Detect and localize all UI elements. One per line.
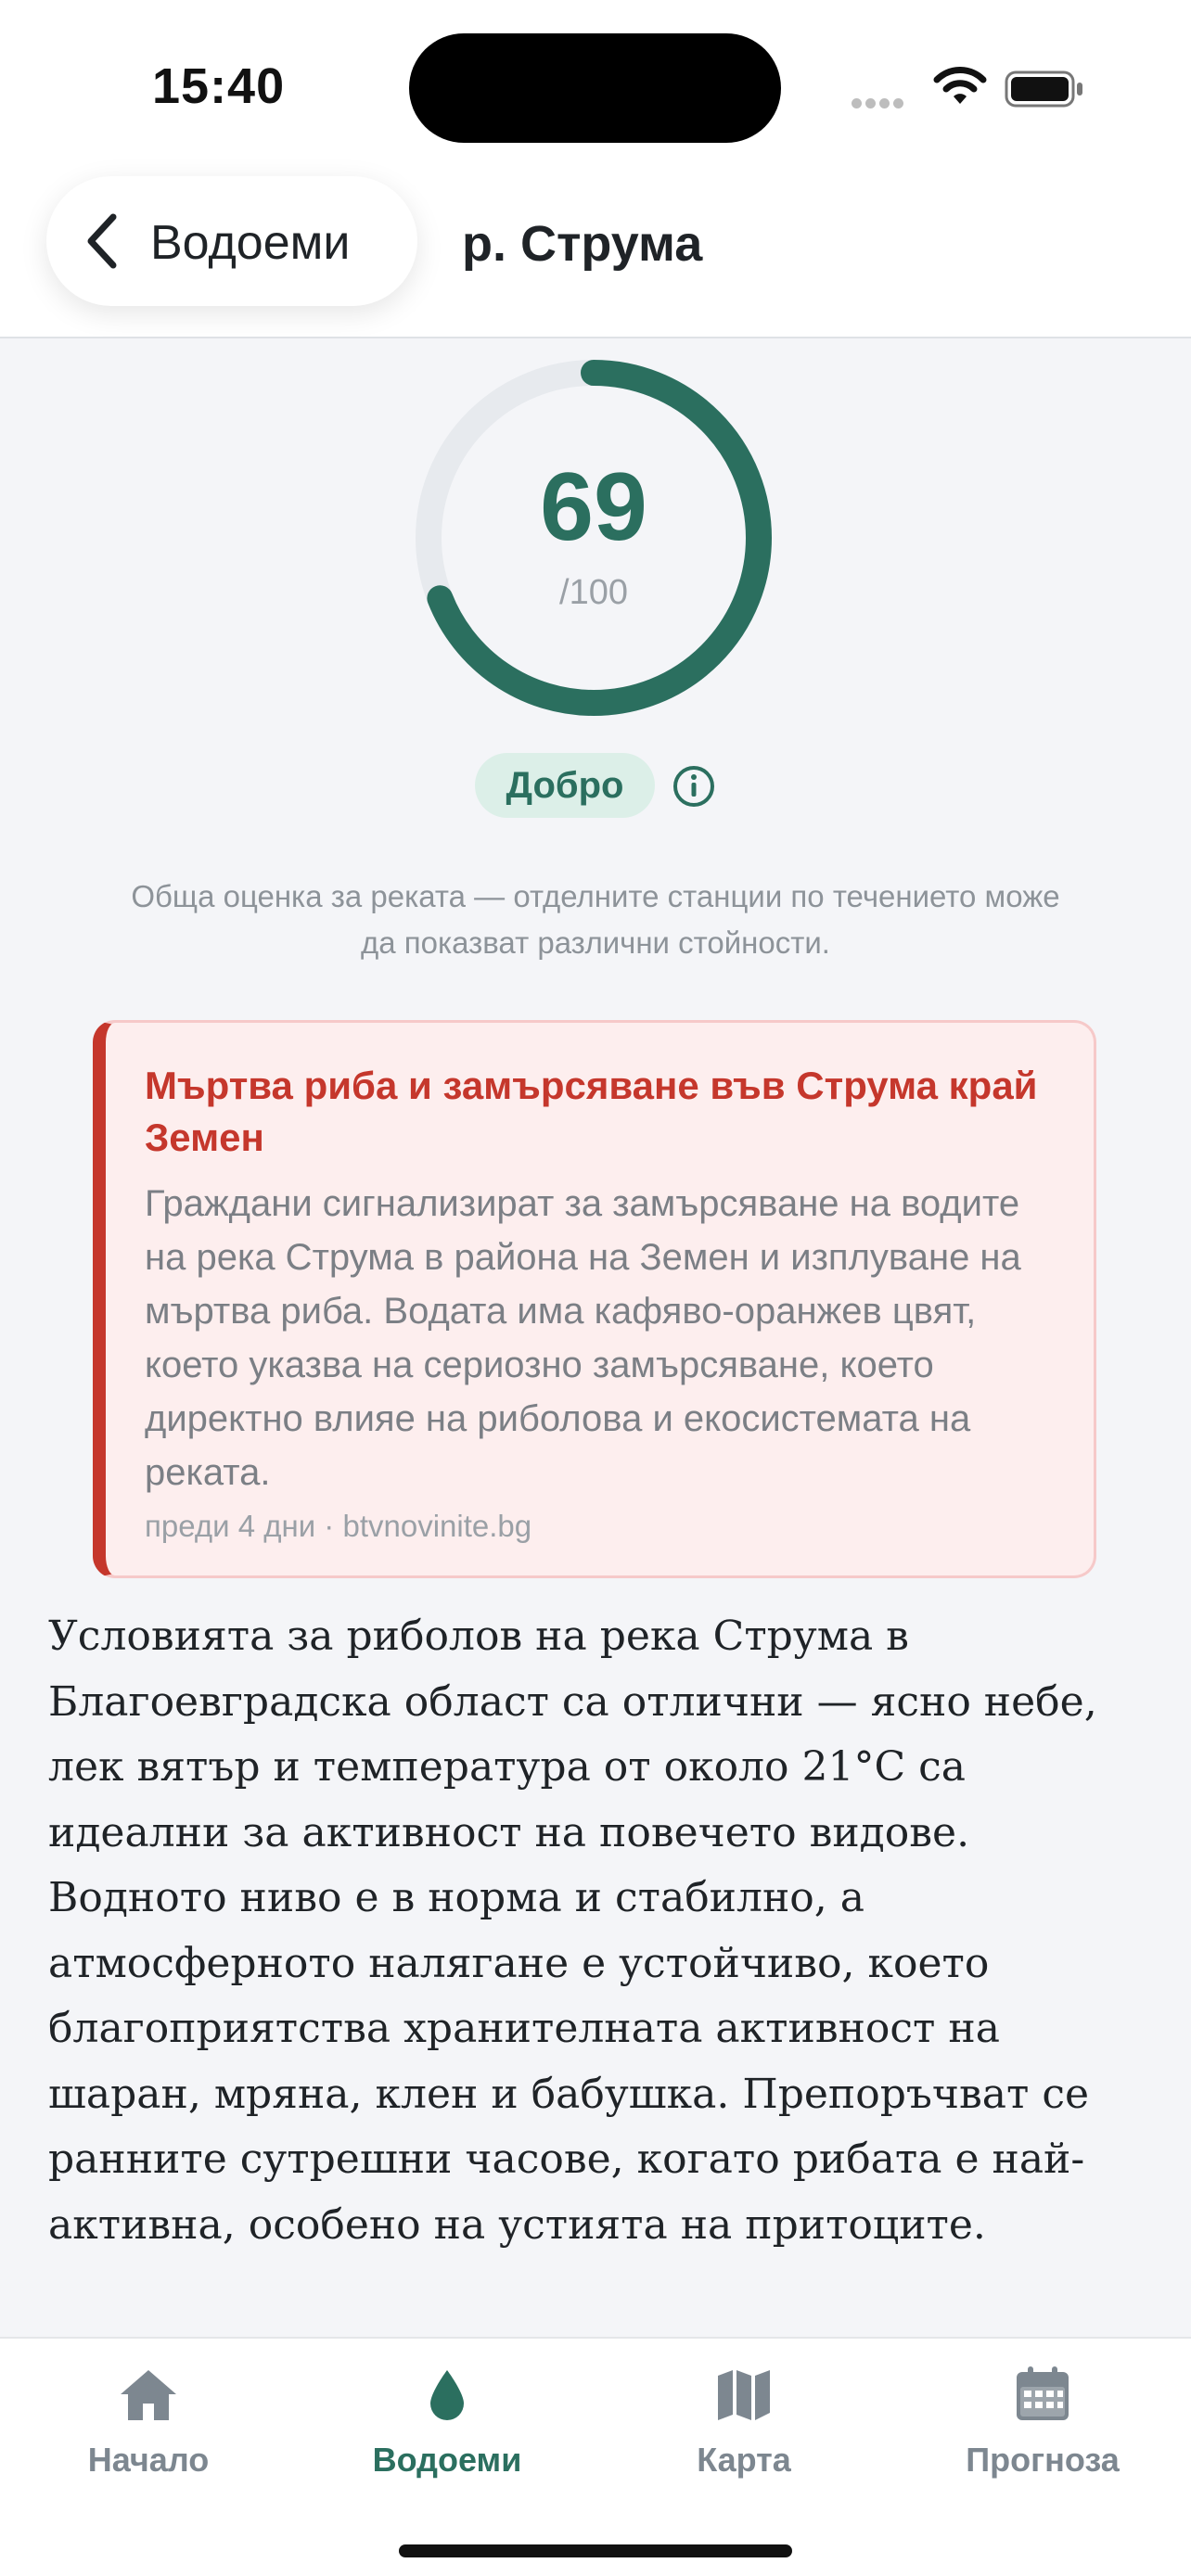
tab-map[interactable]: Карта — [633, 2339, 855, 2515]
tab-label: Водоеми — [372, 2441, 522, 2479]
score-note: Обща оценка за реката — отделните станци… — [131, 879, 1060, 960]
tab-waterbodies[interactable]: Водоеми — [336, 2339, 558, 2515]
score-gauge: 69 /100 — [408, 352, 779, 723]
water-drop-icon — [430, 2370, 464, 2420]
tab-bar: Начало Водоеми Карта Прогноза — [0, 2337, 1191, 2576]
info-icon[interactable] — [672, 764, 716, 809]
page-title: р. Струма — [462, 216, 703, 272]
nav-header: Водоеми р. Струма — [0, 158, 1191, 338]
dynamic-island — [409, 33, 781, 143]
tab-label: Прогноза — [966, 2441, 1120, 2479]
home-icon — [121, 2370, 176, 2420]
alert-meta: преди 4 дни · btvnovinite.bg — [145, 1509, 532, 1543]
battery-icon — [1005, 70, 1082, 108]
cellular-signal-icon — [852, 96, 907, 113]
score-max: /100 — [559, 573, 628, 612]
tab-forecast[interactable]: Прогноза — [931, 2339, 1154, 2515]
chevron-left-icon — [87, 213, 117, 269]
tab-home[interactable]: Начало — [37, 2339, 260, 2515]
back-button-label: Водоеми — [150, 216, 351, 270]
pollution-alert-card[interactable]: Мъртва риба и замърсяване във Струма кра… — [93, 1020, 1096, 1578]
status-bar: 15:40 — [0, 0, 1191, 176]
tab-label: Карта — [697, 2441, 791, 2479]
calendar-icon — [1017, 2366, 1069, 2420]
status-time: 15:40 — [152, 58, 286, 114]
tab-label: Начало — [87, 2441, 210, 2479]
conditions-description: Условията за риболов на река Струма в Бл… — [48, 1613, 1097, 2249]
score-value: 69 — [540, 453, 647, 561]
wifi-icon — [933, 67, 987, 104]
alert-body: Граждани сигнализират за замърсяване на … — [145, 1183, 1021, 1493]
back-button[interactable]: Водоеми — [46, 176, 417, 306]
rating-badge: Добро — [475, 753, 655, 818]
map-icon — [718, 2370, 770, 2420]
home-indicator[interactable] — [399, 2544, 792, 2557]
alert-title: Мъртва риба и замърсяване във Струма кра… — [145, 1064, 1038, 1159]
